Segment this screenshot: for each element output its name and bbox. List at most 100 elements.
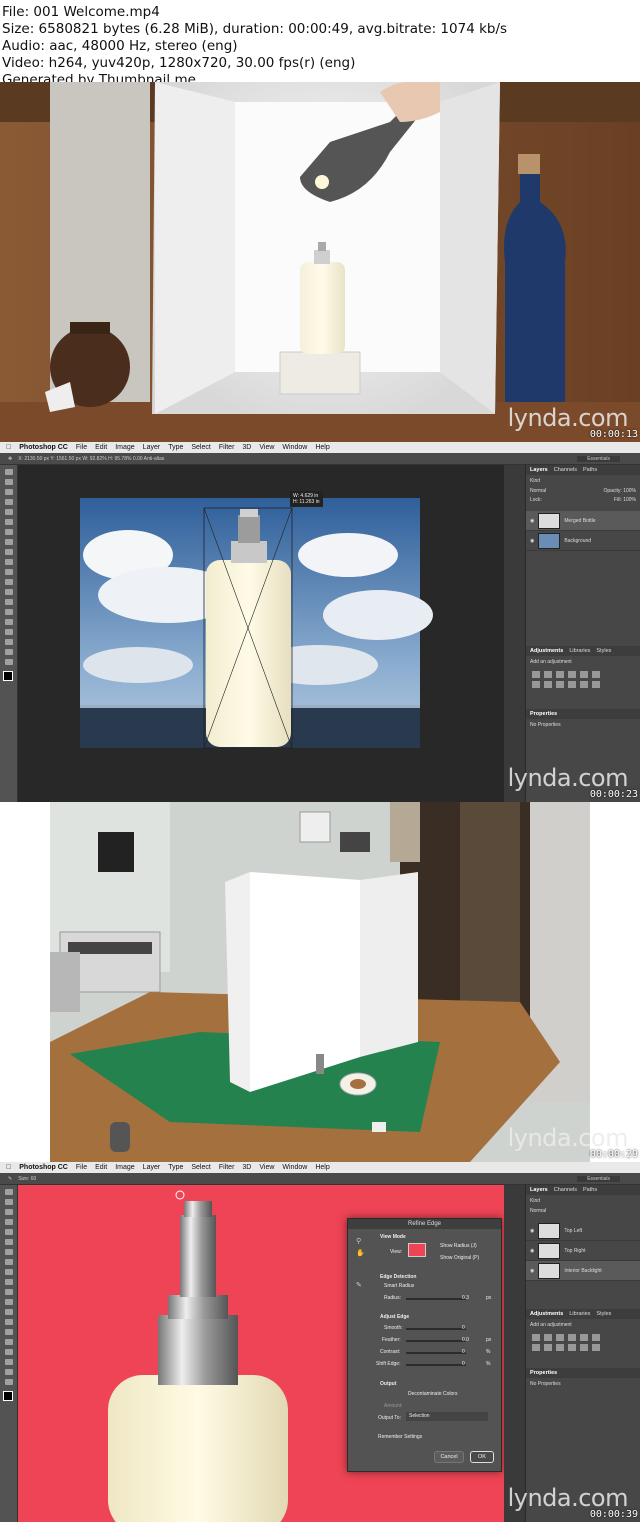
type-icon[interactable] <box>5 1339 13 1345</box>
type-icon[interactable] <box>5 619 13 625</box>
refine-brush-icon[interactable]: ✎ <box>356 1281 362 1289</box>
menu-type[interactable]: Type <box>168 444 183 451</box>
dodge-icon[interactable] <box>5 599 13 605</box>
lasso-icon[interactable] <box>5 489 13 495</box>
kind-filter[interactable]: Kind <box>526 1195 640 1207</box>
balance-icon[interactable] <box>544 681 552 688</box>
vibrance-icon[interactable] <box>580 1334 588 1341</box>
smooth-slider[interactable] <box>406 1328 466 1330</box>
marquee-icon[interactable] <box>5 479 13 485</box>
menu-window[interactable]: Window <box>282 1164 307 1171</box>
view-mode-thumbnail[interactable] <box>408 1243 426 1257</box>
decontaminate-checkbox[interactable]: Decontaminate Colors <box>408 1391 457 1397</box>
transform-options[interactable]: X: 2130.50 px Y: 1561.50 px W: 92.82% H:… <box>18 456 164 462</box>
zoom-icon[interactable] <box>5 659 13 665</box>
brush-icon[interactable] <box>5 1259 13 1265</box>
layer-row[interactable]: ◉ Interior Backlight <box>526 1261 640 1281</box>
bw-icon[interactable] <box>556 1344 564 1351</box>
foreground-color[interactable] <box>3 671 13 681</box>
move-tool-icon[interactable]: ✥ <box>8 456 12 462</box>
contrast-slider[interactable] <box>406 1352 466 1354</box>
heal-icon[interactable] <box>5 1249 13 1255</box>
eye-icon[interactable]: ◉ <box>530 1228 534 1234</box>
opacity-field[interactable]: Opacity: 100% <box>603 488 636 494</box>
hand-icon[interactable] <box>5 649 13 655</box>
radius-slider[interactable] <box>406 1298 466 1300</box>
bw-icon[interactable] <box>556 681 564 688</box>
stamp-icon[interactable] <box>5 549 13 555</box>
tab-adjustments[interactable]: Adjustments <box>530 1311 563 1317</box>
quick-select-icon[interactable] <box>5 499 13 505</box>
eye-icon[interactable]: ◉ <box>530 538 534 544</box>
tab-libraries[interactable]: Libraries <box>569 1311 590 1317</box>
menu-select[interactable]: Select <box>191 444 210 451</box>
blur-icon[interactable] <box>5 1309 13 1315</box>
shift-edge-slider[interactable] <box>406 1364 466 1366</box>
tab-channels[interactable]: Channels <box>554 1187 577 1193</box>
layer-row[interactable]: ◉ Top Left <box>526 1221 640 1241</box>
tab-libraries[interactable]: Libraries <box>569 648 590 654</box>
apple-icon[interactable]:  <box>6 1164 11 1171</box>
apple-icon[interactable]:  <box>6 444 11 451</box>
menu-file[interactable]: File <box>76 444 87 451</box>
smart-radius-checkbox[interactable]: Smart Radius <box>384 1283 414 1289</box>
tab-channels[interactable]: Channels <box>554 467 577 473</box>
crop-icon[interactable] <box>5 1229 13 1235</box>
menu-window[interactable]: Window <box>282 444 307 451</box>
tab-layers[interactable]: Layers <box>530 467 548 473</box>
eyedropper-icon[interactable] <box>5 1239 13 1245</box>
menu-layer[interactable]: Layer <box>143 444 161 451</box>
menu-view[interactable]: View <box>259 1164 274 1171</box>
move-icon[interactable] <box>5 1189 13 1195</box>
lookup-icon[interactable] <box>592 681 600 688</box>
workspace-select[interactable]: Essentials <box>577 1175 620 1182</box>
tab-adjustments[interactable]: Adjustments <box>530 648 563 654</box>
document-canvas[interactable]: W: 4.629 in H: 11.263 in <box>18 465 504 802</box>
menu-file[interactable]: File <box>76 1164 87 1171</box>
menu-view[interactable]: View <box>259 444 274 451</box>
shape-icon[interactable] <box>5 1359 13 1365</box>
history-brush-icon[interactable] <box>5 559 13 565</box>
crop-icon[interactable] <box>5 509 13 515</box>
levels-icon[interactable] <box>544 1334 552 1341</box>
exposure-icon[interactable] <box>568 1334 576 1341</box>
tab-styles[interactable]: Styles <box>596 648 611 654</box>
layer-row[interactable]: ◉ Merged Bottle <box>526 511 640 531</box>
eraser-icon[interactable] <box>5 1289 13 1295</box>
zoom-icon[interactable] <box>5 1379 13 1385</box>
history-brush-icon[interactable] <box>5 1279 13 1285</box>
feather-value[interactable]: 0.0 <box>462 1337 469 1343</box>
lookup-icon[interactable] <box>592 1344 600 1351</box>
hue-icon[interactable] <box>532 1344 540 1351</box>
menu-layer[interactable]: Layer <box>143 1164 161 1171</box>
ok-button[interactable]: OK <box>470 1451 494 1463</box>
lasso-icon[interactable] <box>5 1209 13 1215</box>
triangle-icon[interactable] <box>592 1334 600 1341</box>
gradient-icon[interactable] <box>5 1299 13 1305</box>
zoom-icon[interactable]: ⚲ <box>356 1237 361 1245</box>
gradient-icon[interactable] <box>5 579 13 585</box>
menu-select[interactable]: Select <box>191 1164 210 1171</box>
workspace-select[interactable]: Essentials <box>577 455 620 462</box>
mixer-icon[interactable] <box>580 681 588 688</box>
radius-value[interactable]: 0.3 <box>462 1295 469 1301</box>
exposure-icon[interactable] <box>568 671 576 678</box>
menu-help[interactable]: Help <box>315 444 329 451</box>
output-to-select[interactable]: Selection <box>406 1412 488 1421</box>
balance-icon[interactable] <box>544 1344 552 1351</box>
vibrance-icon[interactable] <box>580 671 588 678</box>
shape-icon[interactable] <box>5 639 13 645</box>
menu-type[interactable]: Type <box>168 1164 183 1171</box>
blend-mode[interactable]: Normal <box>526 1207 640 1215</box>
eyedropper-icon[interactable] <box>5 519 13 525</box>
brush-tool-icon[interactable]: ✎ <box>8 1176 12 1182</box>
cancel-button[interactable]: Cancel <box>434 1451 464 1463</box>
menu-edit[interactable]: Edit <box>95 444 107 451</box>
eraser-icon[interactable] <box>5 569 13 575</box>
tab-properties[interactable]: Properties <box>530 711 557 717</box>
document-canvas[interactable]: Refine Edge ⚲ ✋ ✎ View Mode View: Show R… <box>18 1185 504 1522</box>
brightness-icon[interactable] <box>532 1334 540 1341</box>
path-select-icon[interactable] <box>5 629 13 635</box>
tab-paths[interactable]: Paths <box>583 1187 597 1193</box>
hand-icon[interactable]: ✋ <box>356 1249 365 1257</box>
